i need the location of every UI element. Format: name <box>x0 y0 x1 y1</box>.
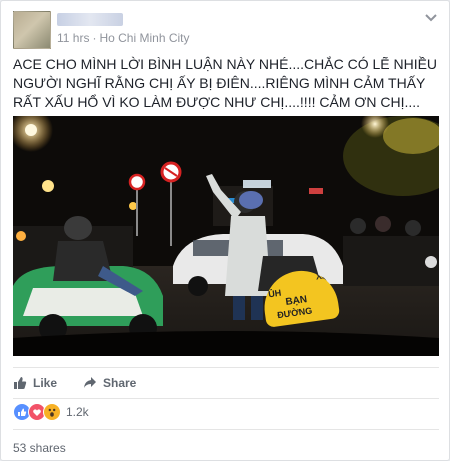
wow-icon <box>43 403 61 421</box>
post-time[interactable]: 11 hrs <box>57 31 89 45</box>
share-label: Share <box>103 376 137 390</box>
avatar[interactable] <box>13 11 51 49</box>
divider <box>13 429 439 430</box>
post-text: ACE CHO MÌNH LỜI BÌNH LUẬN NÀY NHÉ....CH… <box>13 56 438 110</box>
reaction-count: 1.2k <box>66 405 89 419</box>
sign-badge: XA <box>315 269 329 282</box>
share-arrow-icon <box>84 377 96 388</box>
shares-count[interactable]: 53 shares <box>13 441 66 455</box>
post-video[interactable]: XA ỦH BẠN ĐƯỜNG <box>13 116 439 356</box>
meta-separator: · <box>92 31 97 45</box>
reaction-summary[interactable]: 1.2k <box>13 402 89 422</box>
chevron-down-icon[interactable] <box>423 11 439 23</box>
like-button[interactable]: Like <box>13 368 57 398</box>
author-name-redacted[interactable] <box>57 13 123 26</box>
post-location[interactable]: Ho Chi Minh City <box>99 31 189 45</box>
thumbs-up-icon <box>14 377 27 389</box>
post-card: 11 hrs · Ho Chi Minh City ACE CHO MÌNH LỜI… <box>0 0 450 461</box>
action-bar: Like Share <box>13 367 439 399</box>
post-meta: 11 hrs · Ho Chi Minh City <box>57 31 190 45</box>
share-button[interactable]: Share <box>83 368 136 398</box>
night-street-scene <box>13 116 439 356</box>
sign-text-1: ỦH <box>267 287 282 300</box>
sign-text-3: ĐƯỜNG <box>276 305 313 321</box>
like-label: Like <box>33 376 58 390</box>
